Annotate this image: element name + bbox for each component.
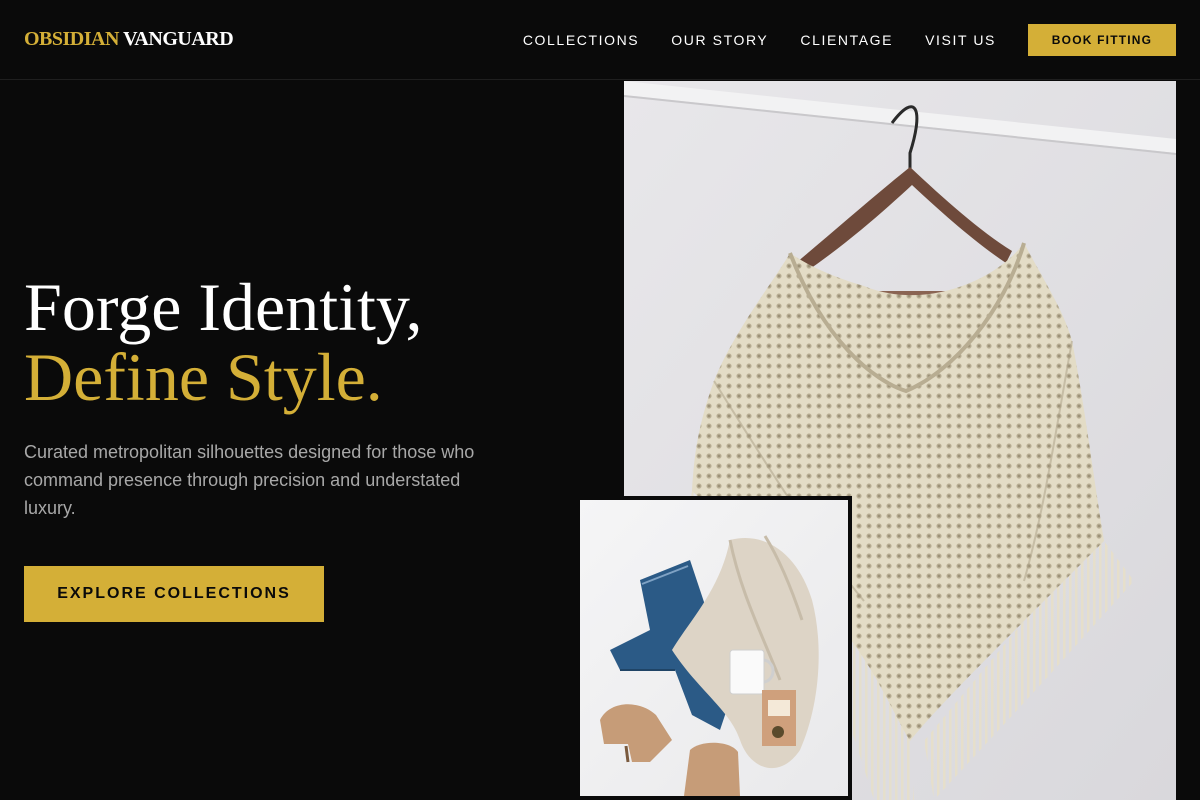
hero-subtext: Curated metropolitan silhouettes designe… <box>24 442 475 518</box>
nav-link-visit-us[interactable]: VISIT US <box>925 32 996 48</box>
book-fitting-button[interactable]: BOOK FITTING <box>1028 23 1176 56</box>
hero-text-block: Forge Identity, Define Style. Curated me… <box>24 272 544 522</box>
brand-name-part2: VANGUARD <box>123 28 234 50</box>
brand-name-part1: OBSIDIAN <box>24 28 119 50</box>
hero-secondary-image <box>576 496 852 800</box>
brand-logo[interactable]: OBSIDIAN VANGUARD <box>24 28 234 51</box>
nav-link-collections[interactable]: COLLECTIONS <box>523 32 639 48</box>
nav-links: COLLECTIONS OUR STORY CLIENTAGE VISIT US… <box>491 23 1176 56</box>
hero-headline: Forge Identity, Define Style. <box>24 272 544 412</box>
flatlay-illustration <box>580 500 848 796</box>
explore-collections-button[interactable]: EXPLORE COLLECTIONS <box>24 566 324 622</box>
hero-headline-line1: Forge Identity, <box>24 269 423 345</box>
nav-link-clientage[interactable]: CLIENTAGE <box>800 32 893 48</box>
top-navigation: OBSIDIAN VANGUARD COLLECTIONS OUR STORY … <box>0 0 1200 80</box>
nav-link-our-story[interactable]: OUR STORY <box>671 32 768 48</box>
hero-headline-line2: Define Style. <box>24 339 383 415</box>
